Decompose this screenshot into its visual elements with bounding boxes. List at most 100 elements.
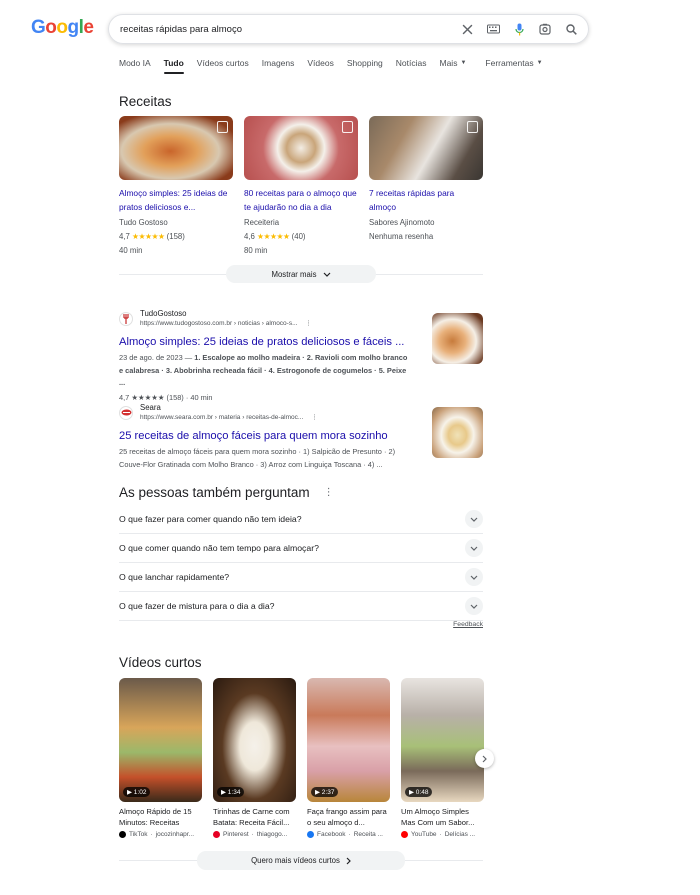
google-logo[interactable]: Google bbox=[31, 17, 94, 39]
chevron-right-icon bbox=[482, 755, 487, 762]
paa-question[interactable]: O que fazer de mistura para o dia a dia? bbox=[119, 592, 483, 621]
video-card[interactable]: ▶ 1:02 Almoço Rápido de 15 Minutos: Rece… bbox=[119, 678, 202, 838]
question-text: O que lanchar rapidamente? bbox=[119, 572, 230, 582]
site-url: https://www.tudogostoso.com.br › noticia… bbox=[140, 319, 312, 328]
result-thumbnail[interactable] bbox=[432, 313, 483, 364]
recipe-rating: 4,7 ★★★★★ (158) bbox=[119, 230, 233, 244]
rating-value: 4,7 bbox=[119, 232, 130, 241]
search-icon[interactable] bbox=[564, 22, 578, 36]
lens-icon[interactable] bbox=[538, 22, 552, 36]
paa-question[interactable]: O que lanchar rapidamente? bbox=[119, 563, 483, 592]
more-options-icon[interactable]: ⋮ bbox=[305, 320, 312, 327]
video-card[interactable]: ▶ 0:48 Um Almoço Simples Mas Com um Sabo… bbox=[401, 678, 484, 838]
logo-letter: g bbox=[67, 17, 80, 38]
question-text: O que comer quando não tem tempo para al… bbox=[119, 543, 319, 553]
result-site[interactable]: TudoGostoso https://www.tudogostoso.com.… bbox=[119, 309, 409, 328]
search-box bbox=[108, 14, 589, 44]
tab-videos[interactable]: Vídeos bbox=[307, 58, 333, 74]
tab-shopping[interactable]: Shopping bbox=[347, 58, 383, 74]
videos-heading: Vídeos curtos bbox=[119, 655, 202, 670]
video-duration: ▶ 0:48 bbox=[405, 787, 433, 797]
bookmark-icon[interactable] bbox=[217, 121, 228, 133]
tab-ferramentas[interactable]: Ferramentas ▼ bbox=[485, 58, 542, 74]
tab-imagens[interactable]: Imagens bbox=[262, 58, 295, 74]
logo-letter: o bbox=[45, 17, 57, 38]
result-snippet: 25 receitas de almoço fáceis para quem m… bbox=[119, 447, 396, 469]
more-videos-button[interactable]: Quero mais vídeos curtos bbox=[197, 851, 405, 870]
paa-question[interactable]: O que comer quando não tem tempo para al… bbox=[119, 534, 483, 563]
keyboard-icon[interactable] bbox=[486, 22, 500, 36]
recipe-image bbox=[119, 116, 233, 180]
tiktok-icon bbox=[119, 831, 126, 838]
recipe-image bbox=[369, 116, 483, 180]
video-thumbnail: ▶ 1:02 bbox=[119, 678, 202, 802]
tab-noticias[interactable]: Notícias bbox=[396, 58, 427, 74]
video-title: Tirinhas de Carne com Batata: Receita Fá… bbox=[213, 807, 290, 827]
microphone-icon[interactable] bbox=[512, 22, 526, 36]
result-thumbnail[interactable] bbox=[432, 407, 483, 458]
recipe-rating: 4,6 ★★★★★ (40) bbox=[244, 230, 358, 244]
chevron-down-icon[interactable] bbox=[465, 597, 483, 615]
video-duration: ▶ 1:02 bbox=[123, 787, 151, 797]
recipe-card[interactable]: Almoço simples: 25 ideias de pratos deli… bbox=[119, 116, 233, 258]
show-more-button[interactable]: Mostrar mais bbox=[226, 265, 376, 283]
platform-name: YouTube bbox=[411, 831, 437, 838]
video-title: Faça frango assim para o seu almoço d... bbox=[307, 807, 387, 827]
video-title: Almoço Rápido de 15 Minutos: Receitas Fá… bbox=[119, 807, 192, 827]
video-card[interactable]: ▶ 1:34 Tirinhas de Carne com Batata: Rec… bbox=[213, 678, 296, 838]
search-actions bbox=[460, 22, 578, 36]
clear-icon[interactable] bbox=[460, 22, 474, 36]
paa-question[interactable]: O que fazer para comer quando não tem id… bbox=[119, 505, 483, 534]
carousel-next-button[interactable] bbox=[475, 749, 494, 768]
recipe-image bbox=[244, 116, 358, 180]
tab-modo-ia[interactable]: Modo IA bbox=[119, 58, 151, 74]
video-thumbnail: ▶ 2:37 bbox=[307, 678, 390, 802]
result-site[interactable]: Seara https://www.seara.com.br › materia… bbox=[119, 403, 409, 422]
bookmark-icon[interactable] bbox=[467, 121, 478, 133]
recipe-card[interactable]: 7 receitas rápidas para almoço Sabores A… bbox=[369, 116, 483, 244]
tab-label: Imagens bbox=[261, 58, 295, 68]
youtube-icon bbox=[401, 831, 408, 838]
video-thumbnail: ▶ 0:48 bbox=[401, 678, 484, 802]
site-url: https://www.seara.com.br › materia › rec… bbox=[140, 413, 318, 422]
recipe-title: 7 receitas rápidas para almoço bbox=[369, 188, 455, 212]
star-icons: ★★★★★ bbox=[257, 232, 290, 241]
feedback-link[interactable]: Feedback bbox=[453, 621, 483, 628]
url-text: https://www.seara.com.br › materia › rec… bbox=[140, 414, 304, 421]
search-result: TudoGostoso https://www.tudogostoso.com.… bbox=[119, 309, 409, 404]
more-options-icon[interactable]: ⋮ bbox=[324, 487, 334, 498]
tab-label: Modo IA bbox=[119, 58, 151, 68]
tab-tudo[interactable]: Tudo bbox=[163, 58, 184, 74]
tab-label: Shopping bbox=[346, 58, 383, 68]
more-options-icon[interactable]: ⋮ bbox=[311, 414, 318, 421]
result-title-link[interactable]: Almoço simples: 25 ideias de pratos deli… bbox=[119, 335, 409, 350]
result-title-link[interactable]: 25 receitas de almoço fáceis para quem m… bbox=[119, 429, 409, 444]
search-input[interactable] bbox=[120, 23, 450, 35]
video-duration: ▶ 2:37 bbox=[311, 787, 339, 797]
chevron-down-icon[interactable] bbox=[465, 539, 483, 557]
video-author: Delícias ... bbox=[444, 831, 476, 838]
chevron-down-icon[interactable] bbox=[465, 510, 483, 528]
chevron-down-icon bbox=[323, 272, 330, 277]
chevron-down-icon[interactable] bbox=[465, 568, 483, 586]
tab-label: Notícias bbox=[395, 58, 427, 68]
chevron-right-icon bbox=[346, 857, 351, 864]
video-thumbnail: ▶ 1:34 bbox=[213, 678, 296, 802]
review-count: (158) bbox=[166, 232, 185, 241]
bookmark-icon[interactable] bbox=[342, 121, 353, 133]
video-card[interactable]: ▶ 2:37 Faça frango assim para o seu almo… bbox=[307, 678, 390, 838]
recipes-heading: Receitas bbox=[119, 94, 172, 109]
seara-favicon-icon bbox=[119, 405, 133, 420]
star-icons: ★★★★★ bbox=[132, 232, 165, 241]
rating-value: 4,6 bbox=[244, 232, 255, 241]
recipe-card[interactable]: 80 receitas para o almoço que te ajudarã… bbox=[244, 116, 358, 258]
tab-mais[interactable]: Mais ▼ bbox=[440, 58, 467, 74]
video-source: TikTok · jocozinhapr... bbox=[119, 831, 202, 838]
platform-name: Facebook bbox=[317, 831, 346, 838]
recipe-title: 80 receitas para o almoço que te ajudarã… bbox=[244, 188, 357, 212]
tab-label: Vídeos curtos bbox=[196, 58, 249, 68]
tab-videos-curtos[interactable]: Vídeos curtos bbox=[197, 58, 249, 74]
recipe-source: Receiteria bbox=[244, 218, 280, 227]
rating-line: 4,7 ★★★★★ (158) · 40 min bbox=[119, 392, 213, 402]
paa-heading: As pessoas também perguntam ⋮ bbox=[119, 485, 334, 500]
